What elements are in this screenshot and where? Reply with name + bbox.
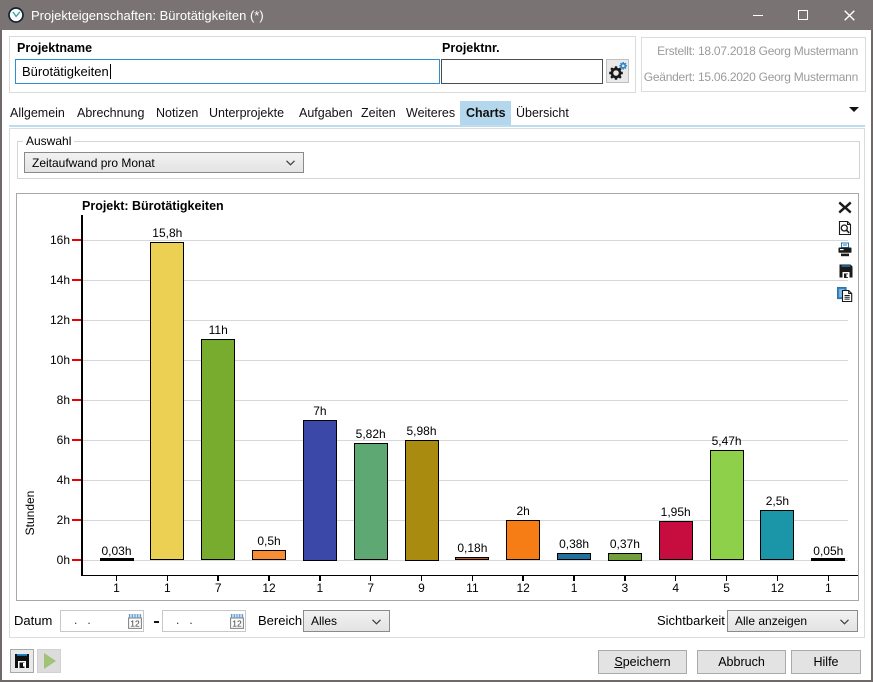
svg-text:12: 12: [232, 619, 242, 629]
svg-text:12: 12: [130, 619, 140, 629]
